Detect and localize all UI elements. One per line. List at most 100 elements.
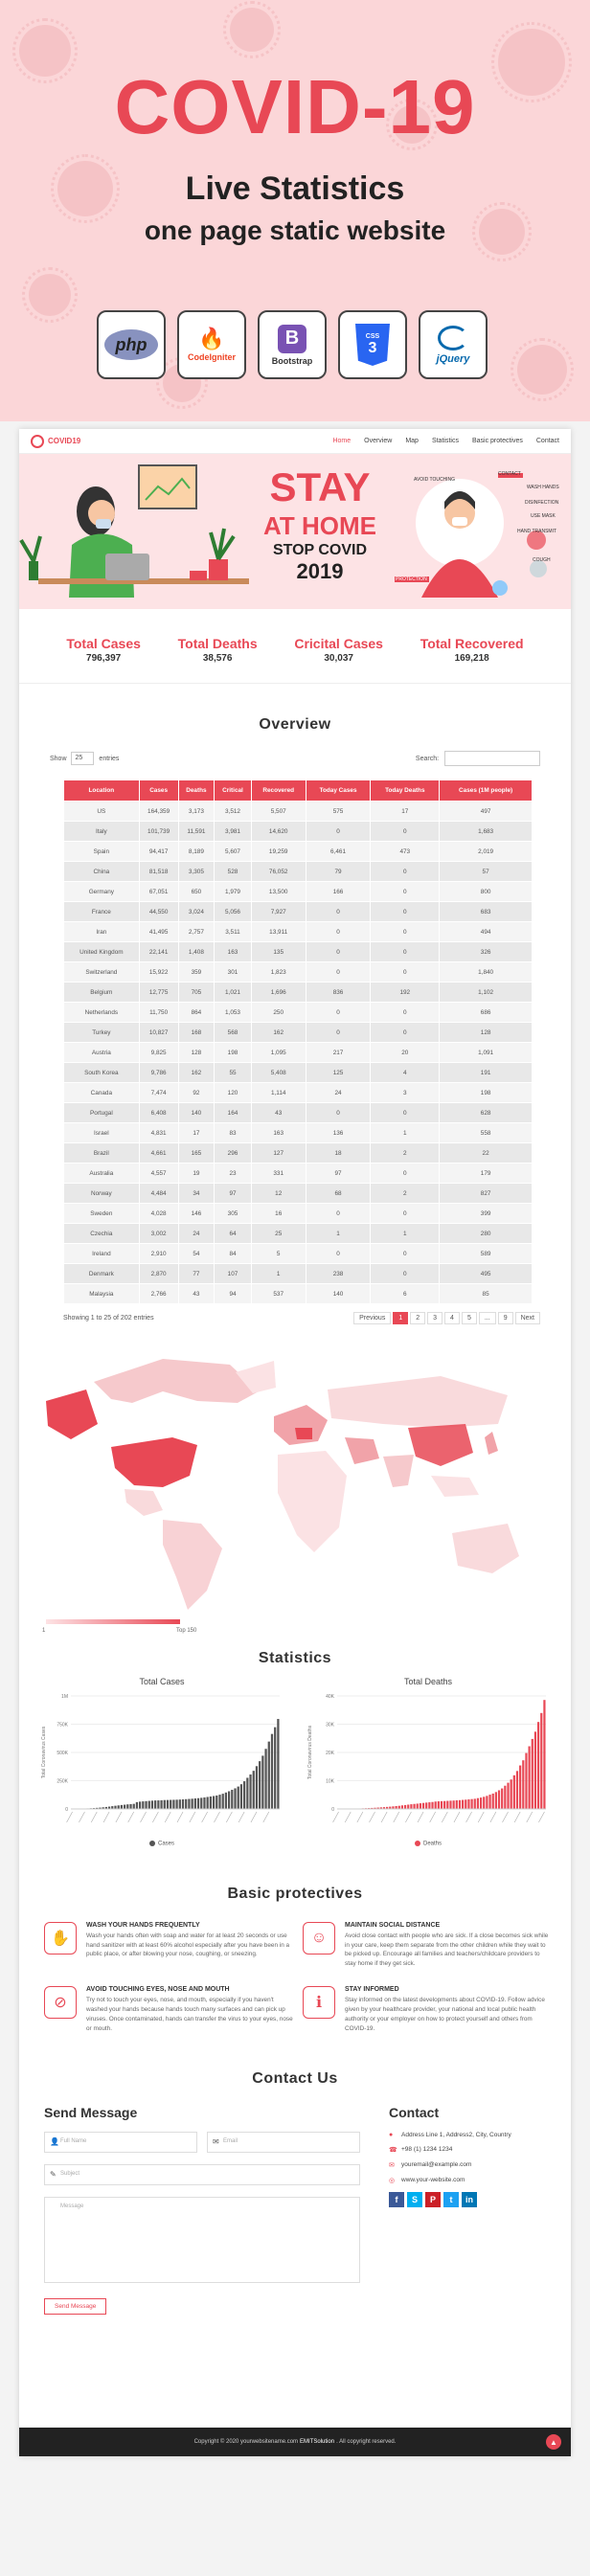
table-cell: 359 xyxy=(177,961,216,983)
table-row: Ireland 2,910 54 84 5 0 0 589 xyxy=(63,1243,533,1264)
chart-bar xyxy=(246,1777,249,1809)
nav-statistics[interactable]: Statistics xyxy=(432,438,459,444)
table-cell: 3,002 xyxy=(138,1223,179,1244)
back-to-top-button[interactable]: ▲ xyxy=(546,2434,561,2450)
table-cell: 3,173 xyxy=(177,801,216,822)
chart-bar xyxy=(243,1781,246,1809)
pinterest-icon[interactable]: P xyxy=(425,2191,441,2207)
column-header[interactable]: Critical xyxy=(214,780,252,802)
table-cell: 179 xyxy=(439,1163,533,1184)
world-map[interactable] xyxy=(19,1332,571,1619)
table-cell: 250 xyxy=(250,1002,306,1023)
table-cell: 125 xyxy=(305,1062,372,1083)
table-cell: France xyxy=(63,901,140,922)
table-row: Iran 41,495 2,757 3,511 13,911 0 0 494 xyxy=(63,921,533,942)
contact-email[interactable]: youremail@example.com xyxy=(401,2161,471,2168)
search-label: Search: xyxy=(415,755,440,762)
linkedin-icon[interactable]: in xyxy=(462,2191,477,2207)
table-cell: 8,189 xyxy=(177,841,216,862)
column-header[interactable]: Location xyxy=(63,780,140,802)
tech-label: CodeIgniter xyxy=(187,351,236,362)
email-field[interactable]: ✉ Email xyxy=(207,2131,360,2153)
pagination: Previous 1 2 3 4 5... 9 Next xyxy=(353,1312,540,1324)
chart-bar xyxy=(467,1799,470,1809)
table-cell: 17 xyxy=(177,1122,216,1143)
column-header[interactable]: Today Cases xyxy=(305,780,372,802)
skype-icon[interactable]: S xyxy=(407,2191,422,2207)
table-cell: 494 xyxy=(439,921,533,942)
page-link[interactable]: Previous xyxy=(353,1312,392,1324)
contact-website[interactable]: www.your-website.com xyxy=(401,2177,465,2183)
chart-bar xyxy=(536,1722,540,1809)
table-cell: 5,408 xyxy=(250,1062,306,1083)
chart-bar xyxy=(540,1712,543,1809)
table-cell: 18 xyxy=(305,1142,372,1164)
chart-bar xyxy=(120,1804,124,1809)
nav-map[interactable]: Map xyxy=(405,438,419,444)
column-header[interactable]: Recovered xyxy=(250,780,306,802)
chart-bar xyxy=(252,1771,255,1809)
column-header[interactable]: Cases (1M people) xyxy=(439,780,533,802)
chart-bar xyxy=(483,1796,486,1809)
table-search-input[interactable] xyxy=(444,751,540,766)
chart-bar xyxy=(470,1798,473,1809)
table-cell: 0 xyxy=(370,1022,441,1043)
nav-home[interactable]: Home xyxy=(332,438,351,444)
brand[interactable]: COVID19 xyxy=(31,434,80,448)
column-header[interactable]: Cases xyxy=(138,780,179,802)
page-link[interactable]: 9 xyxy=(497,1312,513,1324)
table-cell: 1,683 xyxy=(439,821,533,842)
table-row: Brazil 4,661 165 296 127 18 2 22 xyxy=(63,1142,533,1164)
table-row: Canada 7,474 92 120 1,114 24 3 198 xyxy=(63,1082,533,1103)
chart-bar xyxy=(135,1801,139,1809)
page-link[interactable]: 3 xyxy=(427,1312,443,1324)
protective-item: ℹ STAY INFORMED Stay informed on the lat… xyxy=(303,1986,552,2034)
table-cell: 1,102 xyxy=(439,982,533,1003)
chart-bar xyxy=(522,1760,525,1809)
page-link[interactable]: 4 xyxy=(444,1312,460,1324)
table-cell: 331 xyxy=(250,1163,306,1184)
chart-bar xyxy=(528,1746,531,1809)
send-message-button[interactable]: Send Message xyxy=(44,2297,107,2315)
table-cell: 0 xyxy=(370,941,441,962)
map-region-italy-spain[interactable] xyxy=(295,1428,312,1439)
table-cell: 2,766 xyxy=(138,1283,179,1304)
chart-bar xyxy=(157,1800,160,1809)
table-cell: 326 xyxy=(439,941,533,962)
promo-banner: COVID-19 Live Statistics one page static… xyxy=(0,0,590,421)
table-row: Israel 4,831 17 83 163 136 1 558 xyxy=(63,1122,533,1143)
chart-bar xyxy=(403,1804,407,1809)
page-link[interactable]: 1 xyxy=(393,1312,409,1324)
footer-brand[interactable]: EMITSolution xyxy=(300,2439,334,2445)
table-row: Australia 4,557 19 23 331 97 0 179 xyxy=(63,1163,533,1184)
table-cell: 79 xyxy=(305,861,372,882)
table-cell: Switzerland xyxy=(63,961,140,983)
promo-subtitle: Live Statistics xyxy=(185,170,405,207)
contact-section: Send Message 👤 Full Name ✉ Email ✎ Subje… xyxy=(19,2105,571,2315)
full-name-field[interactable]: 👤 Full Name xyxy=(44,2131,197,2153)
chart-bar xyxy=(479,1797,483,1809)
x-tick xyxy=(90,1811,98,1823)
page-link[interactable]: 5 xyxy=(461,1312,477,1324)
column-header[interactable]: Today Deaths xyxy=(370,780,441,802)
protective-heading: MAINTAIN SOCIAL DISTANCE xyxy=(345,1921,441,1929)
table-cell: 164,359 xyxy=(138,801,179,822)
nav-contact[interactable]: Contact xyxy=(536,438,559,444)
nav-basic-protectives[interactable]: Basic protectives xyxy=(472,438,523,444)
message-textarea[interactable]: Message xyxy=(44,2196,360,2283)
twitter-icon[interactable]: t xyxy=(443,2191,459,2207)
hero-label: COUGH xyxy=(533,557,551,563)
column-header[interactable]: Deaths xyxy=(177,780,216,802)
facebook-icon[interactable]: f xyxy=(389,2191,404,2207)
nav-overview[interactable]: Overview xyxy=(364,438,392,444)
entries-select[interactable]: 25 xyxy=(71,752,95,765)
table-cell: 4,661 xyxy=(138,1142,179,1164)
page-link[interactable]: Next xyxy=(514,1312,540,1324)
table-cell: 83 xyxy=(214,1122,252,1143)
y-tick-label: 750K xyxy=(57,1723,68,1729)
contact-phone[interactable]: +98 (1) 1234 1234 xyxy=(401,2146,452,2153)
table-cell: 2,910 xyxy=(138,1243,179,1264)
table-footer: Showing 1 to 25 of 202 entries Previous 1… xyxy=(19,1312,571,1324)
subject-field[interactable]: ✎ Subject xyxy=(44,2163,360,2185)
page-link[interactable]: 2 xyxy=(410,1312,426,1324)
